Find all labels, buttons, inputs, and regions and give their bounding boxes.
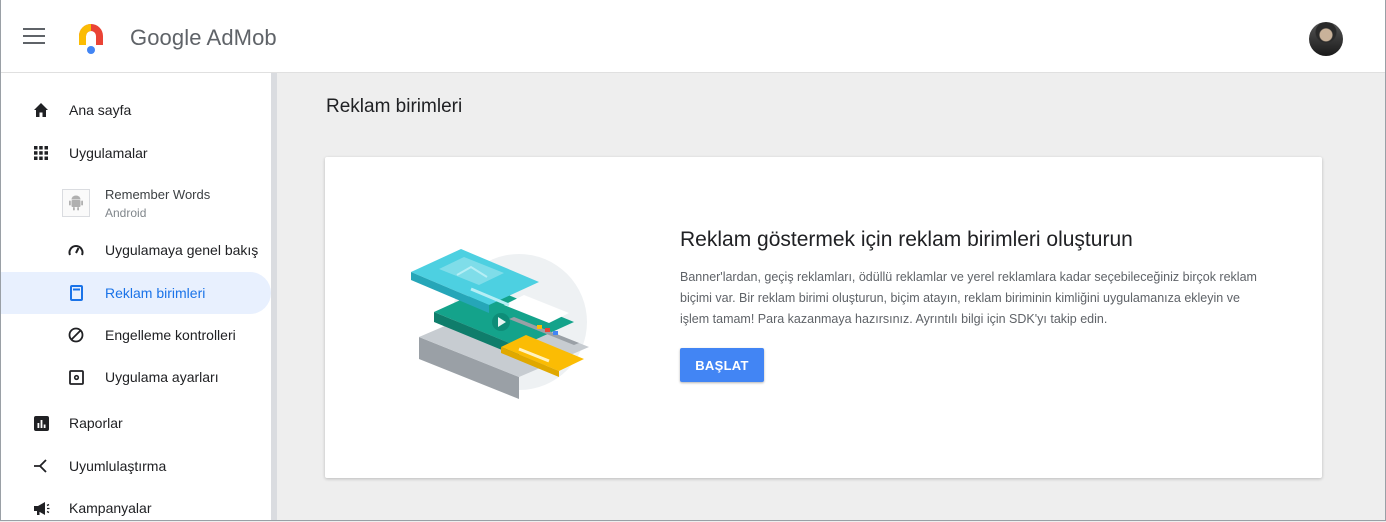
sidebar-scrollbar[interactable] (271, 73, 277, 520)
ad-formats-illustration (411, 249, 589, 399)
app-platform: Android (105, 206, 147, 220)
sidebar-item-campaigns[interactable]: Kampanyalar (1, 487, 271, 520)
sidebar-item-mediation[interactable]: Uyumlulaştırma (1, 445, 271, 487)
top-app-bar: Google AdMob (1, 0, 1385, 73)
apps-grid-icon (32, 144, 50, 162)
sidebar-item-label: Ana sayfa (69, 102, 132, 118)
app-name: Remember Words (105, 187, 211, 202)
sidebar-item-reports[interactable]: Raporlar (1, 402, 271, 444)
empty-state-description: Banner'lardan, geçiş reklamları, ödüllü … (680, 270, 1257, 326)
block-icon (67, 326, 85, 344)
hamburger-menu-icon[interactable] (23, 28, 45, 46)
speedometer-icon (67, 241, 85, 259)
sidebar-item-app-overview[interactable]: Uygulamaya genel bakış (1, 229, 271, 271)
empty-state-card: Reklam göstermek için reklam birimleri o… (325, 157, 1322, 478)
sidebar-item-app-settings[interactable]: Uygulama ayarları (1, 356, 271, 398)
reports-icon (32, 414, 50, 432)
sidebar-item-label: Raporlar (69, 415, 123, 431)
page-title: Reklam birimleri (326, 96, 463, 117)
sidebar-item-label: Uygulama ayarları (105, 369, 219, 385)
sidebar-item-label: Uygulamaya genel bakış (105, 242, 259, 258)
start-button[interactable]: BAŞLAT (680, 348, 764, 382)
sidebar-item-apps[interactable]: Uygulamalar (1, 132, 271, 174)
home-icon (32, 101, 50, 119)
admob-logo-icon[interactable] (76, 21, 106, 57)
settings-box-icon (67, 368, 85, 386)
sidebar-item-label: Uyumlulaştırma (69, 458, 167, 474)
sidebar-item-label: Engelleme kontrolleri (105, 327, 236, 343)
sidebar-item-label: Kampanyalar (69, 500, 152, 516)
megaphone-icon (32, 499, 50, 517)
sidebar-item-blocking-controls[interactable]: Engelleme kontrolleri (1, 314, 271, 356)
empty-state-heading: Reklam göstermek için reklam birimleri o… (680, 228, 1133, 251)
android-icon (62, 189, 90, 217)
sidebar-item-home[interactable]: Ana sayfa (1, 89, 271, 131)
mediation-icon (32, 457, 50, 475)
sidebar-item-label: Reklam birimleri (105, 285, 206, 301)
user-avatar-icon[interactable] (1309, 22, 1343, 56)
sidebar-item-ad-units[interactable]: Reklam birimleri (1, 272, 271, 314)
sidebar-item-label: Uygulamalar (69, 145, 148, 161)
ad-unit-icon (67, 284, 85, 302)
app-brand-title[interactable]: Google AdMob (130, 25, 277, 51)
admob-window: Google AdMob Ana sayfa Uygulamalar Remem… (0, 0, 1386, 521)
